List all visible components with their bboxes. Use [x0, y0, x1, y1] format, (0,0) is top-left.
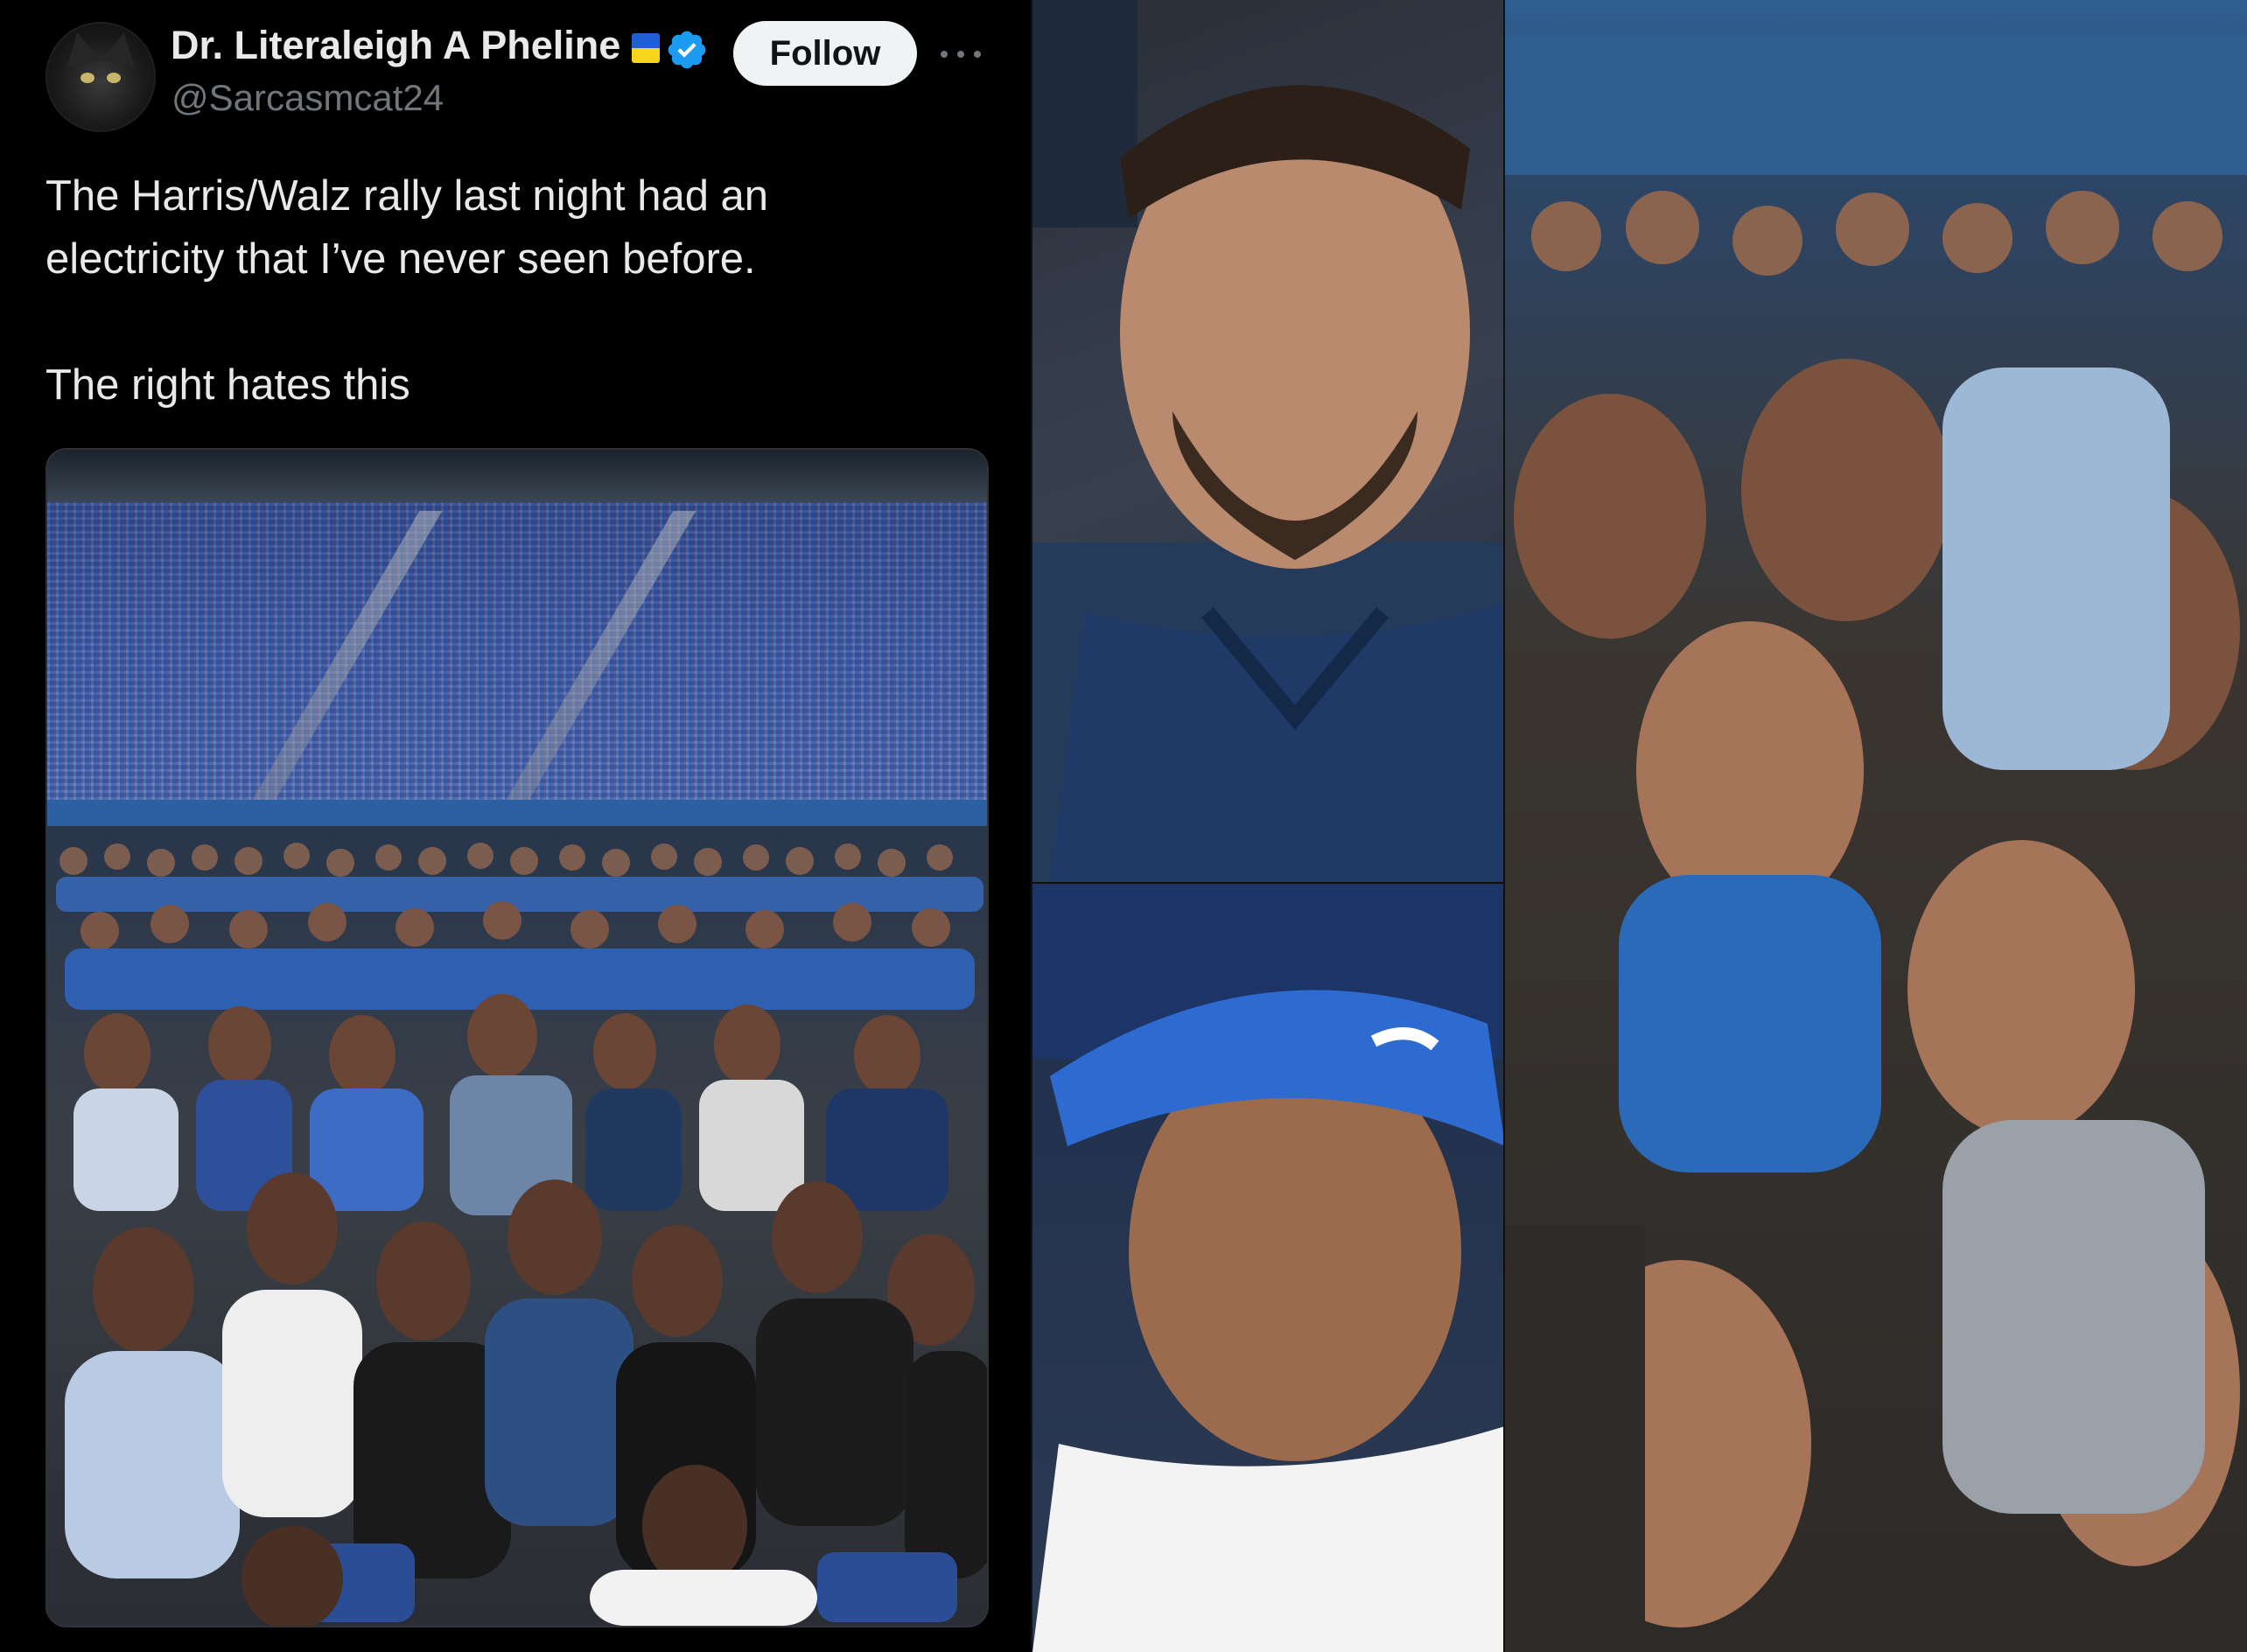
zoom-face-1 — [1032, 0, 1505, 884]
stadium-stands — [47, 502, 987, 800]
zoom-crowd-faces — [1505, 35, 2247, 1652]
zoom-photo-crowd-strip[interactable] — [1505, 0, 2247, 1652]
zoom-photo-man-polo[interactable] — [1032, 0, 1505, 884]
ukraine-flag-icon — [632, 33, 660, 63]
follow-button[interactable]: Follow — [733, 21, 917, 86]
tweet-text-line: The right hates this — [46, 361, 410, 409]
tweet-text: The Harris/Walz rally last night had an … — [46, 164, 990, 416]
tweet-text-line: electricity that I’ve never seen before. — [46, 235, 756, 283]
stadium-roof — [47, 450, 987, 502]
tweet-panel: Dr. Literaleigh A Pheline @Sarcasmcat24 … — [0, 0, 1032, 1652]
tweet-media-photo[interactable] — [46, 448, 989, 1628]
verified-badge-icon[interactable] — [665, 28, 709, 72]
crowd-heads — [56, 843, 987, 1626]
handle[interactable]: @Sarcasmcat24 — [172, 77, 444, 119]
cat-ear-right-icon — [100, 29, 142, 67]
more-options-icon[interactable] — [941, 38, 981, 70]
zoom-photo-man-cap[interactable] — [1032, 884, 1505, 1652]
display-name[interactable]: Dr. Literaleigh A Pheline — [171, 23, 620, 68]
cat-eye-right-icon — [107, 73, 121, 83]
stadium-rail — [47, 800, 987, 826]
avatar[interactable] — [46, 22, 156, 132]
cat-ear-left-icon — [60, 29, 102, 67]
tweet-text-line: The Harris/Walz rally last night had an — [46, 172, 769, 220]
crowd-foreground — [47, 826, 987, 1626]
zoom-face-2 — [1032, 884, 1505, 1652]
cat-eye-left-icon — [80, 73, 94, 83]
